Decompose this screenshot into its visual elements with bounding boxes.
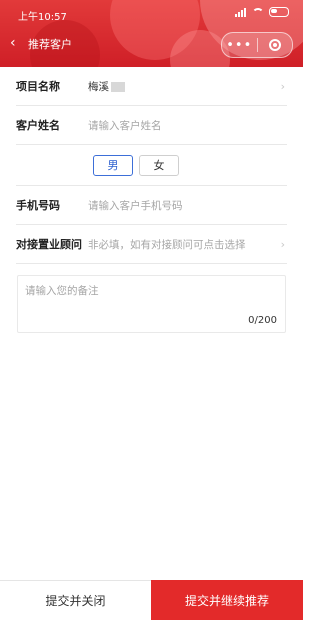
advisor-label: 对接置业顾问 [16,238,82,251]
project-name-text: 梅溪 [88,80,109,93]
customer-row: 客户姓名 请输入客户姓名 [16,106,287,145]
project-row[interactable]: 项目名称 梅溪 › [16,67,287,106]
project-value: 梅溪 [88,79,125,94]
advisor-row[interactable]: 对接置业顾问 非必填，如有对接顾问可点击选择 › [16,225,287,264]
gender-row: 男 女 [16,145,287,186]
status-icons [235,7,289,17]
wifi-icon [252,7,264,17]
phone-row: 手机号码 请输入客户手机号码 [16,186,287,225]
bottom-action-bar: 提交并关闭 提交并继续推荐 [0,580,303,620]
back-icon[interactable]: ‹ [10,35,16,51]
battery-icon [269,7,289,17]
note-placeholder: 请输入您的备注 [25,285,99,297]
close-button[interactable] [258,39,293,51]
customer-name-input[interactable]: 请输入客户姓名 [88,118,162,133]
close-icon [268,39,281,51]
gender-selector: 男 女 [93,154,179,176]
note-char-counter: 0/200 [248,315,277,326]
redacted-block [111,81,125,92]
phone-label: 手机号码 [16,199,60,212]
more-icon[interactable]: ••• [222,38,257,53]
recommend-form: 项目名称 梅溪 › 客户姓名 请输入客户姓名 男 女 手机号码 请输入客户手机号… [0,67,303,333]
customer-label: 客户姓名 [16,119,60,132]
mini-program-capsule: ••• [221,32,293,58]
project-label: 项目名称 [16,80,60,93]
status-bar: 上午10:57 [0,0,303,28]
page-title: 推荐客户 [28,38,72,51]
header-banner: 上午10:57 ‹ 推荐客户 ••• [0,0,303,67]
chevron-right-icon: › [280,238,285,251]
advisor-select[interactable]: 非必填，如有对接顾问可点击选择 [88,237,246,252]
gender-male-button[interactable]: 男 [93,154,133,176]
submit-continue-button[interactable]: 提交并继续推荐 [151,580,303,620]
chevron-right-icon: › [280,80,285,93]
status-time: 上午10:57 [18,12,67,23]
submit-close-button[interactable]: 提交并关闭 [0,580,151,620]
signal-icon [235,7,247,17]
phone-input[interactable]: 请输入客户手机号码 [88,198,183,213]
gender-female-button[interactable]: 女 [139,154,179,176]
nav-bar: ‹ 推荐客户 ••• [0,30,303,58]
note-textarea[interactable]: 请输入您的备注 0/200 [17,275,286,333]
